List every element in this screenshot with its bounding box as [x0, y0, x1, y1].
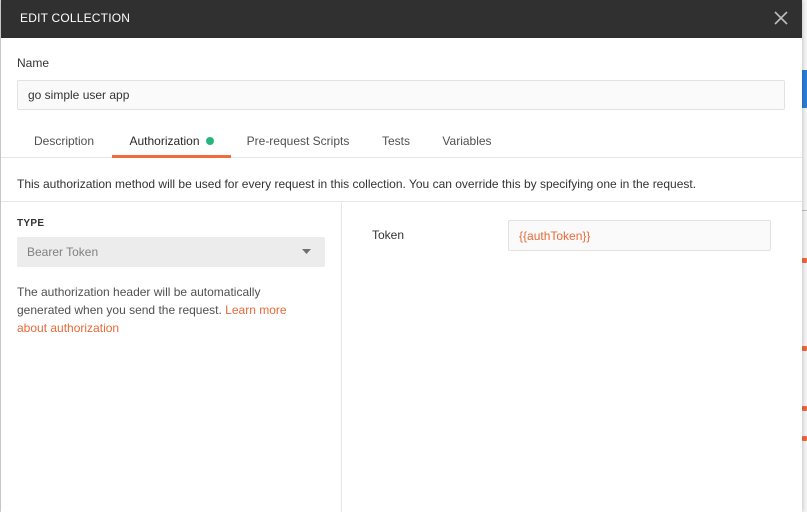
- name-label: Name: [17, 56, 50, 70]
- tab-description[interactable]: Description: [17, 126, 111, 158]
- tab-label: Pre-request Scripts: [246, 134, 350, 148]
- auth-info-text: This authorization method will be used f…: [17, 177, 697, 191]
- status-dot-icon: [205, 137, 214, 145]
- tab-label: Variables: [442, 134, 492, 148]
- auth-type-value: Bearer Token: [27, 245, 99, 259]
- divider: [1, 201, 802, 202]
- tab-label: Authorization: [129, 134, 200, 148]
- close-button[interactable]: [771, 8, 791, 28]
- panel-divider: [341, 202, 342, 512]
- auth-type-select[interactable]: Bearer Token: [17, 237, 325, 267]
- tab-authorization[interactable]: Authorization: [112, 126, 231, 158]
- name-input[interactable]: [17, 80, 785, 110]
- token-input[interactable]: [508, 220, 771, 251]
- type-label: TYPE: [17, 218, 45, 229]
- tab-variables[interactable]: Variables: [433, 126, 501, 158]
- tab-tests[interactable]: Tests: [373, 126, 419, 158]
- modal-title: EDIT COLLECTION: [20, 11, 131, 25]
- edit-collection-modal: EDIT COLLECTION Name Description Authori…: [1, 0, 802, 512]
- auth-help-text: The authorization header will be automat…: [17, 283, 317, 337]
- modal-header: EDIT COLLECTION: [1, 0, 802, 38]
- tab-label: Description: [33, 134, 95, 148]
- auth-help-sentence: The authorization header will be automat…: [17, 285, 261, 317]
- caret-down-icon: [302, 249, 311, 254]
- tab-pre-request-scripts[interactable]: Pre-request Scripts: [237, 126, 359, 158]
- token-label: Token: [372, 228, 405, 242]
- tab-bar: Description Authorization Pre-request Sc…: [1, 126, 802, 158]
- close-icon: [774, 11, 788, 25]
- tab-label: Tests: [381, 134, 410, 148]
